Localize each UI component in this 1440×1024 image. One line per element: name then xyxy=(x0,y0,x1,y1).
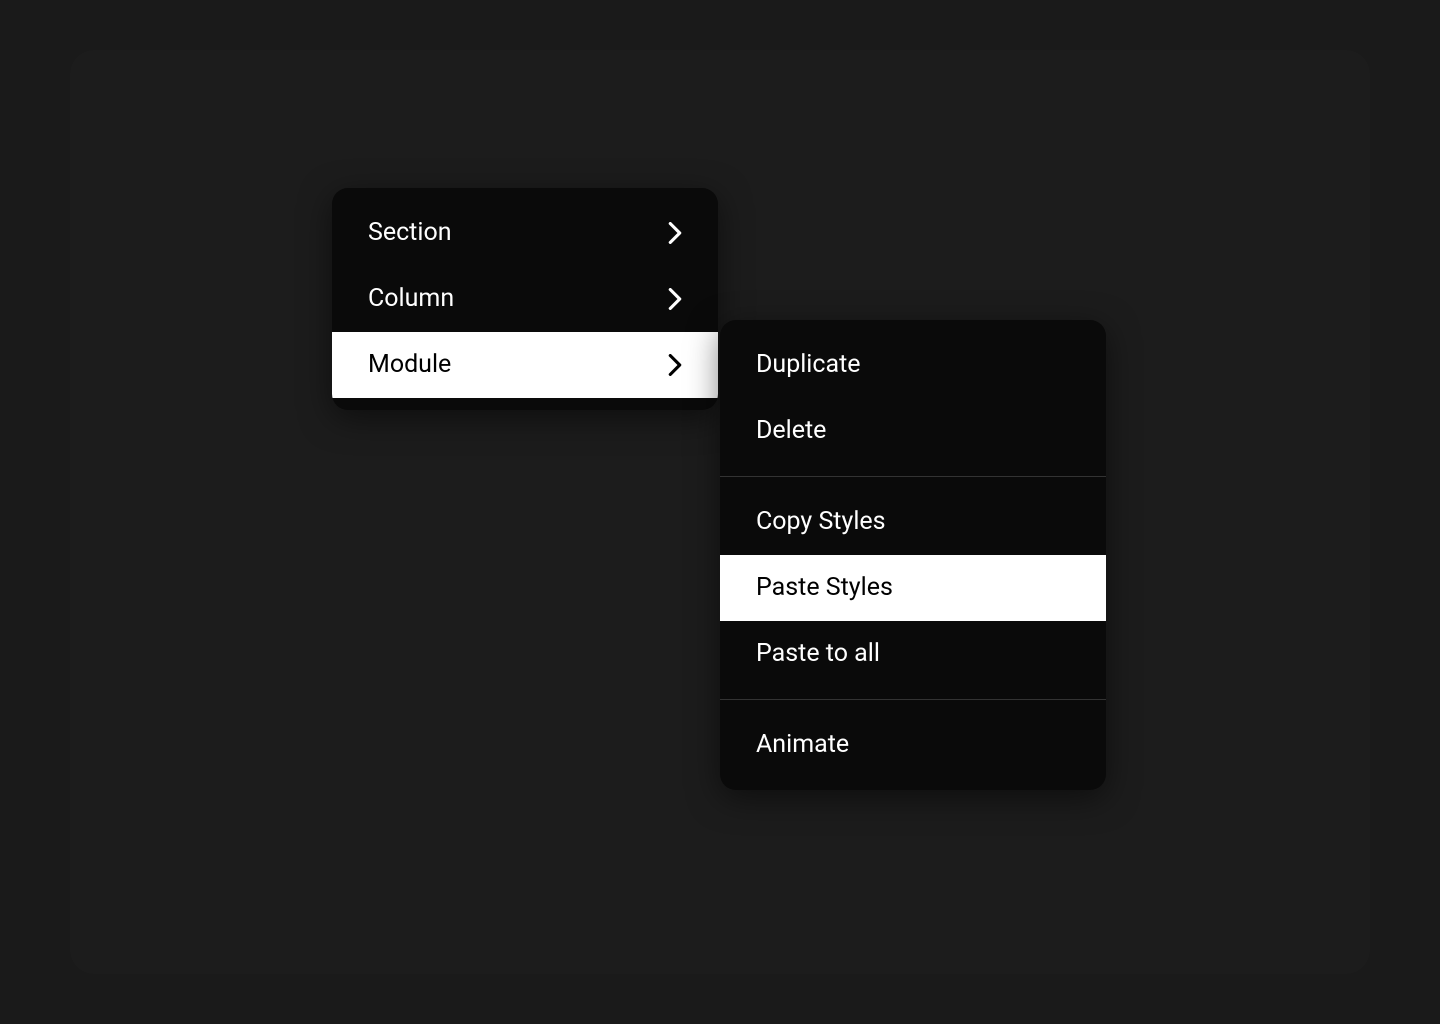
chevron-right-icon xyxy=(668,354,682,376)
menu-item-duplicate[interactable]: Duplicate xyxy=(720,332,1106,398)
menu-item-label: Column xyxy=(368,284,454,314)
menu-item-label: Duplicate xyxy=(756,350,861,380)
menu-item-delete[interactable]: Delete xyxy=(720,398,1106,464)
menu-divider xyxy=(720,476,1106,477)
menu-item-label: Paste Styles xyxy=(756,573,893,603)
menu-item-label: Module xyxy=(368,350,451,380)
menu-item-label: Animate xyxy=(756,730,849,760)
chevron-right-icon xyxy=(668,222,682,244)
menu-divider xyxy=(720,699,1106,700)
chevron-right-icon xyxy=(668,288,682,310)
canvas-background: Section Column Module xyxy=(70,50,1370,974)
secondary-context-menu: Duplicate Delete Copy Styles Paste Style… xyxy=(720,320,1106,790)
menu-item-label: Delete xyxy=(756,416,826,446)
menu-item-column[interactable]: Column xyxy=(332,266,718,332)
menu-item-copy-styles[interactable]: Copy Styles xyxy=(720,489,1106,555)
menu-item-label: Section xyxy=(368,218,452,248)
menu-item-paste-to-all[interactable]: Paste to all xyxy=(720,621,1106,687)
menu-item-module[interactable]: Module xyxy=(332,332,718,398)
menu-item-section[interactable]: Section xyxy=(332,200,718,266)
menu-item-paste-styles[interactable]: Paste Styles xyxy=(720,555,1106,621)
menu-item-animate[interactable]: Animate xyxy=(720,712,1106,778)
primary-context-menu: Section Column Module xyxy=(332,188,718,410)
menu-item-label: Copy Styles xyxy=(756,507,886,537)
menu-item-label: Paste to all xyxy=(756,639,880,669)
